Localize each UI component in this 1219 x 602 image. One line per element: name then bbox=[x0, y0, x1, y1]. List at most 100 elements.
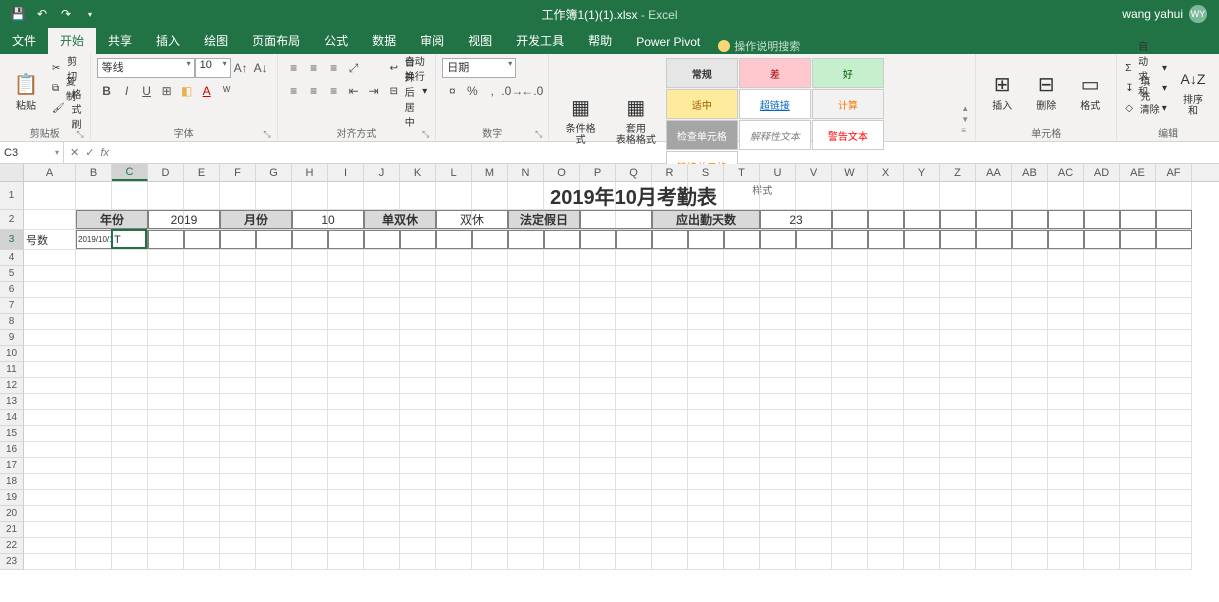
row-header-3[interactable]: 3 bbox=[0, 230, 24, 250]
cell[interactable] bbox=[256, 426, 292, 441]
cell[interactable] bbox=[292, 458, 328, 473]
cell[interactable] bbox=[976, 314, 1012, 329]
cell[interactable] bbox=[508, 442, 544, 457]
cell-merged[interactable] bbox=[1156, 210, 1192, 229]
cell[interactable] bbox=[616, 426, 652, 441]
cell[interactable] bbox=[580, 266, 616, 281]
cell[interactable] bbox=[364, 490, 400, 505]
cell[interactable] bbox=[760, 490, 796, 505]
cell[interactable] bbox=[112, 330, 148, 345]
cell[interactable] bbox=[1012, 410, 1048, 425]
cell[interactable] bbox=[220, 266, 256, 281]
tab-help[interactable]: 帮助 bbox=[576, 27, 624, 54]
cell[interactable] bbox=[220, 346, 256, 361]
cell[interactable] bbox=[256, 538, 292, 553]
cell[interactable] bbox=[328, 410, 364, 425]
col-header-T[interactable]: T bbox=[724, 164, 760, 181]
cell[interactable] bbox=[328, 346, 364, 361]
cell[interactable] bbox=[148, 442, 184, 457]
cell[interactable] bbox=[292, 410, 328, 425]
cell[interactable] bbox=[940, 394, 976, 409]
cell[interactable] bbox=[1012, 298, 1048, 313]
undo-icon[interactable] bbox=[34, 6, 50, 22]
cell[interactable] bbox=[184, 362, 220, 377]
cell[interactable] bbox=[400, 230, 436, 249]
cell[interactable] bbox=[400, 394, 436, 409]
cell[interactable] bbox=[832, 410, 868, 425]
col-header-A[interactable]: A bbox=[24, 164, 76, 181]
fx-icon[interactable]: fx bbox=[100, 147, 109, 159]
cell[interactable] bbox=[256, 282, 292, 297]
row-header-4[interactable]: 4 bbox=[0, 250, 24, 266]
cell[interactable] bbox=[616, 346, 652, 361]
cell[interactable] bbox=[868, 330, 904, 345]
cell[interactable] bbox=[940, 474, 976, 489]
cell[interactable] bbox=[904, 442, 940, 457]
cell[interactable] bbox=[184, 378, 220, 393]
cell[interactable] bbox=[1156, 266, 1192, 281]
cell[interactable] bbox=[544, 458, 580, 473]
cell[interactable] bbox=[256, 410, 292, 425]
tab-share[interactable]: 共享 bbox=[96, 27, 144, 54]
col-header-K[interactable]: K bbox=[400, 164, 436, 181]
cell[interactable] bbox=[904, 362, 940, 377]
cell[interactable] bbox=[616, 442, 652, 457]
cell[interactable] bbox=[760, 458, 796, 473]
cell[interactable] bbox=[940, 230, 976, 249]
cell[interactable] bbox=[688, 394, 724, 409]
cell[interactable] bbox=[1084, 250, 1120, 265]
cell[interactable] bbox=[544, 506, 580, 521]
row-header-14[interactable]: 14 bbox=[0, 410, 24, 426]
cell[interactable] bbox=[904, 314, 940, 329]
cell[interactable] bbox=[328, 474, 364, 489]
row-header-1[interactable]: 1 bbox=[0, 182, 24, 210]
col-header-B[interactable]: B bbox=[76, 164, 112, 181]
cell[interactable] bbox=[364, 554, 400, 569]
cell[interactable] bbox=[292, 346, 328, 361]
cell[interactable] bbox=[472, 490, 508, 505]
cell[interactable] bbox=[1012, 250, 1048, 265]
cell[interactable] bbox=[580, 474, 616, 489]
cell[interactable] bbox=[652, 378, 688, 393]
decrease-decimal-icon[interactable]: ←.0 bbox=[522, 81, 542, 101]
cell[interactable] bbox=[688, 506, 724, 521]
cell[interactable] bbox=[1084, 266, 1120, 281]
cell[interactable] bbox=[24, 506, 76, 521]
cell[interactable] bbox=[1156, 346, 1192, 361]
cell[interactable] bbox=[436, 458, 472, 473]
cell[interactable] bbox=[148, 282, 184, 297]
cell[interactable] bbox=[364, 506, 400, 521]
cell[interactable] bbox=[472, 298, 508, 313]
cell[interactable] bbox=[364, 362, 400, 377]
col-header-L[interactable]: L bbox=[436, 164, 472, 181]
cell[interactable] bbox=[328, 394, 364, 409]
cell[interactable] bbox=[256, 314, 292, 329]
tell-me-search[interactable]: 操作说明搜索 bbox=[718, 38, 800, 54]
cell-merged[interactable]: T bbox=[112, 230, 148, 249]
cell[interactable] bbox=[400, 250, 436, 265]
cell[interactable] bbox=[508, 506, 544, 521]
cell[interactable] bbox=[904, 474, 940, 489]
cell[interactable] bbox=[796, 394, 832, 409]
cell[interactable] bbox=[796, 298, 832, 313]
cell[interactable] bbox=[832, 490, 868, 505]
cell[interactable] bbox=[544, 410, 580, 425]
cell[interactable] bbox=[580, 330, 616, 345]
col-header-D[interactable]: D bbox=[148, 164, 184, 181]
cell[interactable] bbox=[508, 474, 544, 489]
cell[interactable] bbox=[652, 346, 688, 361]
cell[interactable] bbox=[688, 266, 724, 281]
cell[interactable] bbox=[292, 362, 328, 377]
cell[interactable] bbox=[256, 490, 292, 505]
cell[interactable] bbox=[724, 538, 760, 553]
cell[interactable] bbox=[220, 250, 256, 265]
cell[interactable] bbox=[472, 538, 508, 553]
cells-area[interactable]: 2019年10月考勤表年份2019月份10单双休双休法定假日应出勤天数23号数2… bbox=[24, 182, 1219, 570]
merge-center-button[interactable]: ⊟ 合并后居中 ▾ bbox=[388, 81, 430, 101]
cell-merged[interactable] bbox=[1120, 210, 1156, 229]
cell[interactable] bbox=[544, 522, 580, 537]
cell[interactable] bbox=[580, 298, 616, 313]
cell[interactable] bbox=[544, 426, 580, 441]
cell[interactable] bbox=[1012, 538, 1048, 553]
cell-merged[interactable]: 2019 bbox=[148, 210, 220, 229]
